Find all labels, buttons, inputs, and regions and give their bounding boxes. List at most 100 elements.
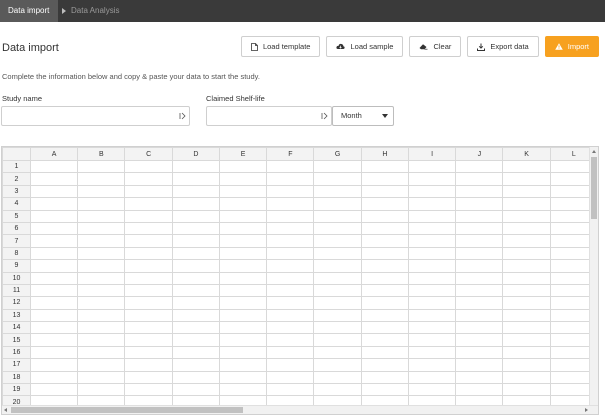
grid-cell[interactable] xyxy=(502,370,551,385)
grid-cell[interactable] xyxy=(455,172,504,186)
grid-cell[interactable] xyxy=(313,296,362,310)
grid-cell[interactable] xyxy=(218,283,268,298)
row-header[interactable]: 16 xyxy=(2,345,31,360)
grid-cell[interactable] xyxy=(266,296,315,310)
grid-cell[interactable] xyxy=(218,159,268,174)
column-header[interactable]: I xyxy=(407,147,457,161)
grid-cell[interactable] xyxy=(29,197,79,211)
grid-cell[interactable] xyxy=(407,184,457,199)
grid-cell[interactable] xyxy=(124,159,173,174)
clear-button[interactable]: Clear xyxy=(409,36,462,57)
grid-cell[interactable] xyxy=(455,246,504,261)
row-header[interactable]: 19 xyxy=(2,383,31,397)
grid-cell[interactable] xyxy=(360,221,409,236)
grid-cell[interactable] xyxy=(171,271,220,285)
grid-cell[interactable] xyxy=(502,172,551,186)
grid-cell[interactable] xyxy=(218,358,268,372)
grid-cell[interactable] xyxy=(455,159,504,174)
grid-cell[interactable] xyxy=(313,234,362,248)
grid-cell[interactable] xyxy=(360,308,409,323)
grid-cell[interactable] xyxy=(266,184,315,199)
grid-cell[interactable] xyxy=(407,370,457,385)
grid-cell[interactable] xyxy=(455,221,504,236)
grid-cell[interactable] xyxy=(360,159,409,174)
grid-cell[interactable] xyxy=(29,283,79,298)
grid-cell[interactable] xyxy=(455,333,504,347)
grid-cell[interactable] xyxy=(360,184,409,199)
grid-cell[interactable] xyxy=(407,296,457,310)
column-header[interactable]: B xyxy=(77,147,126,161)
grid-cell[interactable] xyxy=(218,370,268,385)
grid-cell[interactable] xyxy=(218,197,268,211)
row-header[interactable]: 8 xyxy=(2,246,31,261)
grid-cell[interactable] xyxy=(502,283,551,298)
grid-cell[interactable] xyxy=(171,172,220,186)
column-header[interactable]: A xyxy=(29,147,79,161)
grid-cell[interactable] xyxy=(455,184,504,199)
grid-cell[interactable] xyxy=(218,221,268,236)
corner-cell[interactable] xyxy=(2,147,31,161)
grid-cell[interactable] xyxy=(455,271,504,285)
grid-cell[interactable] xyxy=(124,358,173,372)
study-name-input[interactable] xyxy=(1,106,190,126)
grid-cell[interactable] xyxy=(407,321,457,335)
grid-cell[interactable] xyxy=(218,209,268,223)
grid-cell[interactable] xyxy=(124,345,173,360)
grid-cell[interactable] xyxy=(266,345,315,360)
grid-cell[interactable] xyxy=(266,221,315,236)
grid-cell[interactable] xyxy=(313,308,362,323)
grid-cell[interactable] xyxy=(29,333,79,347)
grid-cell[interactable] xyxy=(29,221,79,236)
grid-cell[interactable] xyxy=(266,246,315,261)
horizontal-scrollbar[interactable] xyxy=(2,405,598,414)
grid-cell[interactable] xyxy=(455,234,504,248)
grid-cell[interactable] xyxy=(171,308,220,323)
grid-cell[interactable] xyxy=(29,296,79,310)
grid-cell[interactable] xyxy=(502,259,551,273)
grid-cell[interactable] xyxy=(124,221,173,236)
grid-cell[interactable] xyxy=(407,259,457,273)
grid-cell[interactable] xyxy=(124,246,173,261)
row-header[interactable]: 6 xyxy=(2,221,31,236)
tab-data-analysis[interactable]: Data Analysis xyxy=(71,0,119,22)
grid-cell[interactable] xyxy=(266,209,315,223)
grid-cell[interactable] xyxy=(455,308,504,323)
grid-cell[interactable] xyxy=(266,172,315,186)
grid-cell[interactable] xyxy=(502,321,551,335)
grid-cell[interactable] xyxy=(266,333,315,347)
grid-cell[interactable] xyxy=(77,184,126,199)
grid-cell[interactable] xyxy=(77,283,126,298)
row-header[interactable]: 5 xyxy=(2,209,31,223)
grid-cell[interactable] xyxy=(455,283,504,298)
grid-cell[interactable] xyxy=(29,184,79,199)
vertical-scroll-thumb[interactable] xyxy=(591,157,597,219)
grid-cell[interactable] xyxy=(29,259,79,273)
row-header[interactable]: 4 xyxy=(2,197,31,211)
grid-cell[interactable] xyxy=(124,296,173,310)
grid-cell[interactable] xyxy=(171,159,220,174)
grid-cell[interactable] xyxy=(407,209,457,223)
grid-cell[interactable] xyxy=(266,321,315,335)
grid-cell[interactable] xyxy=(407,246,457,261)
grid-cell[interactable] xyxy=(313,333,362,347)
import-button[interactable]: Import xyxy=(544,36,599,57)
grid-cell[interactable] xyxy=(360,345,409,360)
grid-cell[interactable] xyxy=(218,184,268,199)
grid-cell[interactable] xyxy=(29,358,79,372)
grid-cell[interactable] xyxy=(360,283,409,298)
grid-cell[interactable] xyxy=(313,221,362,236)
grid-cell[interactable] xyxy=(502,345,551,360)
grid-cell[interactable] xyxy=(266,271,315,285)
grid-cell[interactable] xyxy=(455,259,504,273)
grid-cell[interactable] xyxy=(124,271,173,285)
grid-cell[interactable] xyxy=(29,345,79,360)
row-header[interactable]: 14 xyxy=(2,321,31,335)
grid-cell[interactable] xyxy=(313,246,362,261)
grid-cell[interactable] xyxy=(407,172,457,186)
grid-cell[interactable] xyxy=(360,296,409,310)
export-data-button[interactable]: Export data xyxy=(467,36,539,57)
grid-cell[interactable] xyxy=(266,283,315,298)
grid-cell[interactable] xyxy=(407,159,457,174)
grid-cell[interactable] xyxy=(77,333,126,347)
grid-cell[interactable] xyxy=(455,321,504,335)
